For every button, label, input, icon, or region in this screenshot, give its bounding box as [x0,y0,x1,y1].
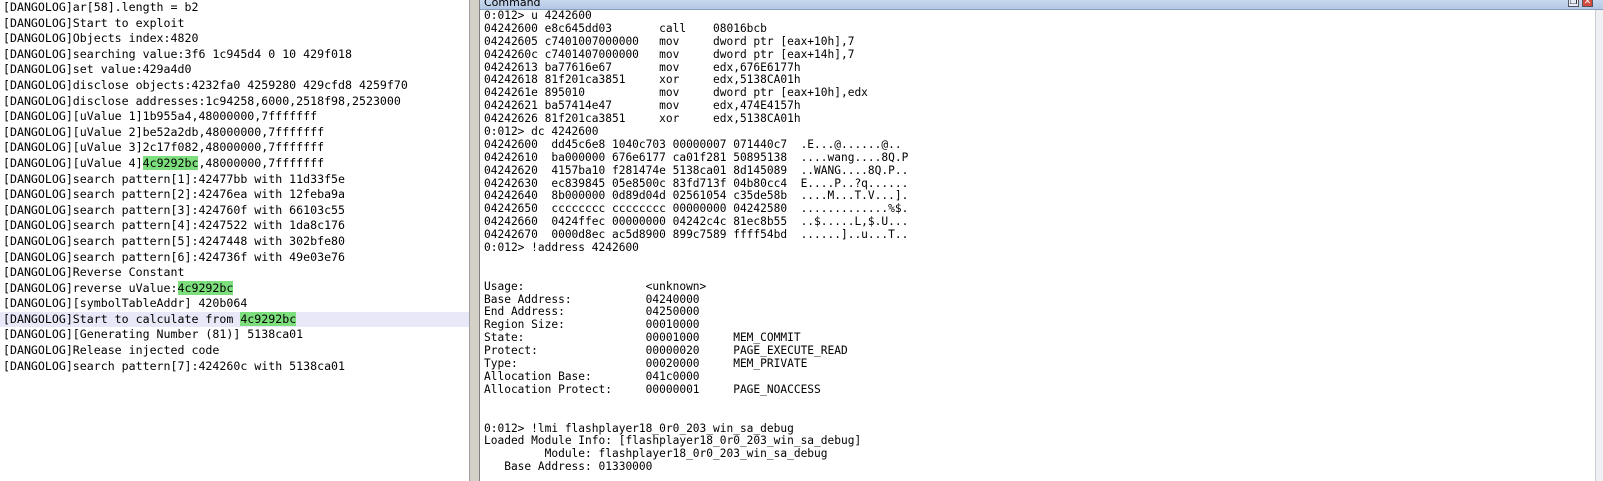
log-line: [DANGOLOG][uValue 1]1b955a4,48000000,7ff… [3,109,318,124]
command-output-line: Allocation Protect: 00000001 PAGE_NOACCE… [484,382,821,396]
command-output-line [484,410,1544,423]
log-line: [DANGOLOG][uValue 2]be52a2db,48000000,7f… [3,124,325,139]
log-output-pane[interactable]: [DANGOLOG]ar[58].length = b2 [DANGOLOG]St… [0,0,469,481]
log-line: [DANGOLOG]disclose objects:4232fa0 42592… [3,77,408,92]
log-line-text: [DANGOLOG]Start to calculate from [3,311,241,326]
command-window-title: Command [484,0,541,9]
command-output-line: 04242610 ba000000 676e6177 ca01f281 5089… [484,150,909,164]
command-output-line: 04242600 e8c645dd03 call 08016bcb [484,21,767,35]
log-line: [DANGOLOG][symbolTableAddr] 420b064 [3,296,248,311]
close-button[interactable]: ✕ [1582,0,1593,7]
command-output-line: 04242605 c7401007000000 mov dword ptr [e… [484,34,855,48]
command-window-titlebar[interactable]: Command ❐ ✕ [480,0,1603,10]
log-line: [DANGOLOG]Objects index:4820 [3,31,199,46]
command-output-line: Allocation Base: 041c0000 [484,369,700,383]
vertical-scrollbar[interactable] [1595,10,1603,481]
command-output-line: Usage: <unknown> [484,279,707,293]
log-line-text: [DANGOLOG]reverse uValue: [3,280,178,295]
log-line: [DANGOLOG][uValue 4]4c9292bc,48000000,7f… [0,155,469,172]
log-line: [DANGOLOG][uValue 3]2c17f082,48000000,7f… [3,140,325,155]
log-line: [DANGOLOG]disclose addresses:1c94258,600… [3,93,401,108]
command-output-line [484,255,1544,268]
pane-splitter[interactable] [469,0,480,481]
search-highlight: 4c9292bc [142,155,199,170]
command-output-line: 0424260c c7401407000000 mov dword ptr [e… [484,47,855,61]
log-line: [DANGOLOG]set value:429a4d0 [3,62,192,77]
command-output-line: 04242620 4157ba10 f281474e 5138ca01 8d14… [484,163,909,177]
log-line: [DANGOLOG]Start to calculate from 4c9292… [0,311,469,328]
log-line: [DANGOLOG]search pattern[6]:424736f with… [3,249,346,264]
log-line: [DANGOLOG]Start to exploit [3,15,185,30]
log-line: [DANGOLOG]reverse uValue:4c9292bc [0,280,469,297]
search-highlight: 4c9292bc [177,280,234,295]
log-line: [DANGOLOG]search pattern[4]:4247522 with… [3,218,346,233]
log-line: [DANGOLOG]searching value:3f6 1c945d4 0 … [3,46,353,61]
restore-button[interactable]: ❐ [1568,0,1579,7]
log-line: [DANGOLOG]search pattern[2]:42476ea with… [3,187,346,202]
search-highlight: 4c9292bc [240,311,297,326]
command-window[interactable]: Command ❐ ✕ 0:012> u 4242600 04242600 e8c… [480,0,1603,481]
command-output-line: Type: 00020000 MEM_PRIVATE [484,357,808,371]
log-line: [DANGOLOG]search pattern[7]:424260c with… [3,358,346,373]
command-output-line: 04242670 0000d8ec ac5d8900 899c7589 ffff… [484,228,909,242]
log-line: [DANGOLOG]search pattern[1]:42477bb with… [3,171,346,186]
command-output-line [484,397,1544,410]
command-output-line: Base Address: 01330000 [484,460,653,474]
command-output-line [484,268,1544,281]
log-line: [DANGOLOG]search pattern[5]:4247448 with… [3,233,346,248]
log-line: [DANGOLOG][Generating Number (81)] 5138c… [3,327,304,342]
command-output-line: 0:012> u 4242600 [484,9,592,22]
log-line-text: [DANGOLOG][uValue 4] [3,155,143,170]
command-output-line: 0:012> !address 4242600 [484,241,639,255]
command-output-line: 0:012> dc 4242600 [484,125,599,139]
log-line: [DANGOLOG]ar[58].length = b2 [3,0,199,14]
log-line: [DANGOLOG]Reverse Constant [3,265,185,280]
command-output-line: 04242626 81f201ca3851 xor edx,5138CA01h [484,112,801,126]
log-line: [DANGOLOG]Release injected code [3,343,220,358]
log-line: [DANGOLOG]search pattern[3]:424760f with… [3,202,346,217]
command-output-line: 04242600 dd45c6e8 1040c703 00000007 0714… [484,137,902,151]
command-output[interactable]: 0:012> u 4242600 04242600 e8c645dd03 call… [484,9,1544,474]
log-line-text: ,48000000,7fffffff [198,155,325,170]
